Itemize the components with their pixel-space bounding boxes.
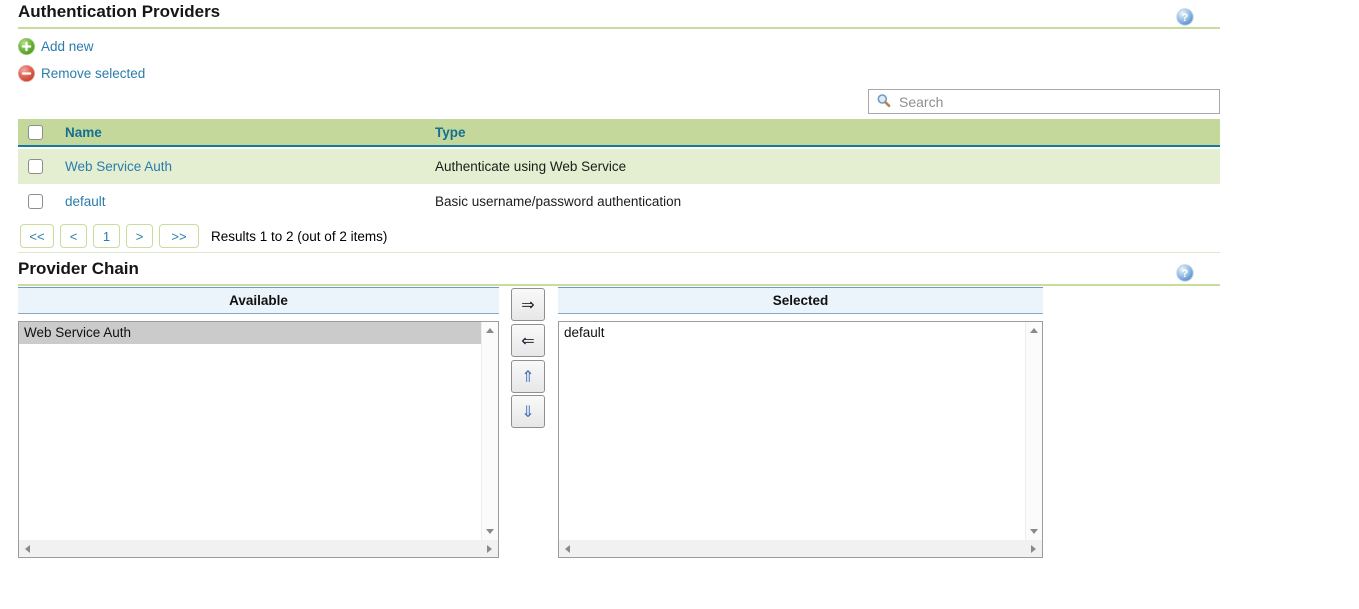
move-down-button[interactable]: ⇓ [511, 395, 545, 428]
move-right-button[interactable]: ⇒ [511, 288, 545, 321]
provider-type-text: Basic username/password authentication [435, 184, 681, 219]
pagination-page-button[interactable]: 1 [93, 224, 120, 248]
auth-providers-header: Authentication Providers ? [18, 2, 1220, 29]
selected-list-header: Selected [558, 287, 1043, 314]
move-left-button[interactable]: ⇐ [511, 324, 545, 357]
provider-chain-header: Provider Chain ? [18, 259, 1220, 286]
selected-listbox[interactable]: default [558, 321, 1043, 558]
horizontal-scrollbar[interactable] [19, 540, 498, 557]
triangle-right-icon [487, 545, 492, 553]
svg-text:?: ? [1182, 268, 1189, 280]
triangle-left-icon [565, 545, 570, 553]
help-icon-graphic: ? [1176, 264, 1194, 282]
scroll-down-button[interactable] [481, 523, 498, 540]
available-list-header: Available [18, 287, 499, 314]
search-box [868, 89, 1220, 114]
provider-name-link[interactable]: Web Service Auth [65, 149, 172, 184]
row-checkbox[interactable] [28, 194, 43, 209]
remove-selected-label: Remove selected [41, 66, 145, 81]
provider-chain-title: Provider Chain [18, 259, 1220, 284]
svg-text:?: ? [1182, 12, 1189, 24]
pagination-results-text: Results 1 to 2 (out of 2 items) [211, 229, 387, 244]
provider-name-link[interactable]: default [65, 184, 106, 219]
scroll-up-button[interactable] [1025, 322, 1042, 339]
remove-icon [18, 65, 35, 82]
triangle-down-icon [1030, 529, 1038, 534]
triangle-left-icon [25, 545, 30, 553]
help-icon[interactable]: ? [1176, 8, 1194, 26]
add-new-label: Add new [41, 39, 94, 54]
column-header-type[interactable]: Type [435, 119, 466, 147]
triangle-up-icon [486, 328, 494, 333]
row-checkbox[interactable] [28, 159, 43, 174]
scroll-right-button[interactable] [1025, 540, 1042, 557]
help-icon[interactable]: ? [1176, 264, 1194, 282]
column-header-name[interactable]: Name [65, 119, 102, 147]
search-input[interactable] [869, 90, 1219, 113]
triangle-up-icon [1030, 328, 1038, 333]
scroll-left-button[interactable] [19, 540, 36, 557]
pagination-next-button[interactable]: > [126, 224, 153, 248]
scroll-up-button[interactable] [481, 322, 498, 339]
table-row: default Basic username/password authenti… [18, 184, 1220, 219]
pagination: << < 1 > >> Results 1 to 2 (out of 2 ite… [20, 224, 387, 248]
pagination-prev-button[interactable]: < [60, 224, 87, 248]
vertical-scrollbar[interactable] [1025, 322, 1042, 540]
select-all-checkbox[interactable] [28, 125, 43, 140]
scroll-right-button[interactable] [481, 540, 498, 557]
horizontal-scrollbar[interactable] [559, 540, 1042, 557]
triangle-down-icon [486, 529, 494, 534]
list-item[interactable]: Web Service Auth [19, 322, 481, 344]
vertical-scrollbar[interactable] [481, 322, 498, 540]
table-header-row: Name Type [18, 119, 1220, 147]
move-up-button[interactable]: ⇑ [511, 360, 545, 393]
scroll-left-button[interactable] [559, 540, 576, 557]
scroll-down-button[interactable] [1025, 523, 1042, 540]
triangle-right-icon [1031, 545, 1036, 553]
list-item[interactable]: default [559, 322, 1025, 344]
section-divider [18, 252, 1220, 253]
page-title: Authentication Providers [18, 2, 1220, 27]
remove-selected-button[interactable]: Remove selected [18, 65, 145, 82]
pagination-first-button[interactable]: << [20, 224, 54, 248]
add-icon [18, 38, 35, 55]
provider-type-text: Authenticate using Web Service [435, 149, 626, 184]
table-row: Web Service Auth Authenticate using Web … [18, 149, 1220, 184]
pagination-last-button[interactable]: >> [159, 224, 199, 248]
page: Authentication Providers ? A [0, 0, 1359, 609]
help-icon-graphic: ? [1176, 8, 1194, 26]
available-listbox[interactable]: Web Service Auth [18, 321, 499, 558]
add-new-button[interactable]: Add new [18, 38, 94, 55]
